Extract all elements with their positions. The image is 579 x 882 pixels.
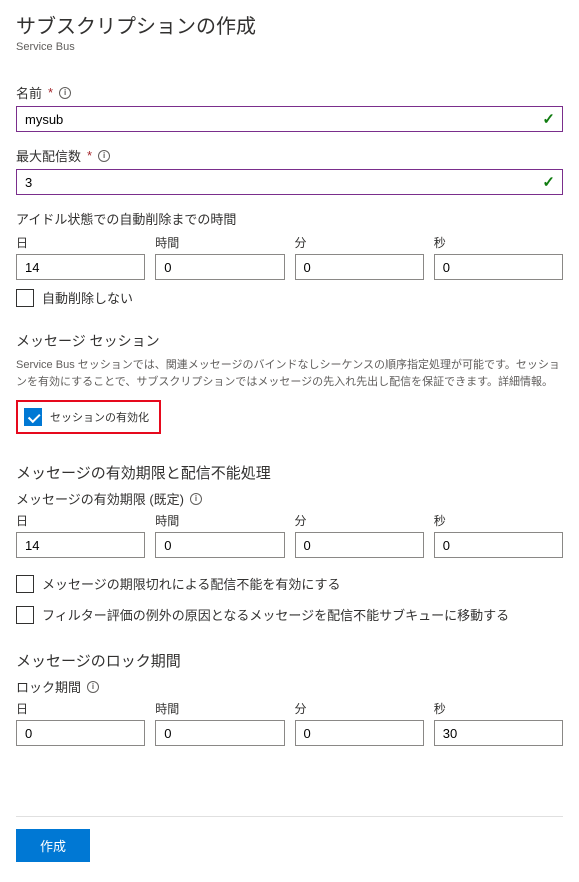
ttl-time-row: 日 時間 分 秒 <box>16 512 563 558</box>
lock-time-row: 日 時間 分 秒 <box>16 700 563 746</box>
page-subtitle: Service Bus <box>16 41 563 53</box>
dead-letter-expire-row: メッセージの期限切れによる配信不能を有効にする <box>16 574 563 593</box>
dead-letter-expire-label: メッセージの期限切れによる配信不能を有効にする <box>42 574 340 593</box>
info-icon[interactable]: i <box>190 493 202 505</box>
minutes-label: 分 <box>295 234 424 251</box>
required-asterisk: * <box>87 148 92 163</box>
max-delivery-group: 最大配信数 * i ✓ <box>16 146 563 195</box>
lock-hours-input[interactable] <box>155 720 284 746</box>
ttl-heading: メッセージの有効期限と配信不能処理 <box>16 462 563 483</box>
sessions-heading: メッセージ セッション <box>16 331 563 351</box>
sessions-desc: Service Bus セッションでは、関連メッセージのバインドなしシーケンスの… <box>16 357 563 390</box>
name-input[interactable] <box>16 106 563 132</box>
hours-label: 時間 <box>155 234 284 251</box>
no-auto-delete-checkbox[interactable] <box>16 289 34 307</box>
ttl-minutes-input[interactable] <box>295 532 424 558</box>
auto-delete-heading: アイドル状態での自動削除までの時間 <box>16 209 563 228</box>
minutes-label: 分 <box>295 700 424 717</box>
dead-letter-filter-row: フィルター評価の例外の原因となるメッセージを配信不能サブキューに移動する <box>16 605 563 624</box>
minutes-label: 分 <box>295 512 424 529</box>
lock-seconds-input[interactable] <box>434 720 563 746</box>
dead-letter-filter-label: フィルター評価の例外の原因となるメッセージを配信不能サブキューに移動する <box>42 605 509 624</box>
hours-label: 時間 <box>155 700 284 717</box>
required-asterisk: * <box>48 85 53 100</box>
auto-delete-minutes-input[interactable] <box>295 254 424 280</box>
days-label: 日 <box>16 512 145 529</box>
ttl-days-input[interactable] <box>16 532 145 558</box>
check-icon: ✓ <box>542 110 555 128</box>
seconds-label: 秒 <box>434 700 563 717</box>
dead-letter-expire-checkbox[interactable] <box>16 575 34 593</box>
hours-label: 時間 <box>155 512 284 529</box>
auto-delete-seconds-input[interactable] <box>434 254 563 280</box>
auto-delete-hours-input[interactable] <box>155 254 284 280</box>
ttl-seconds-input[interactable] <box>434 532 563 558</box>
name-label: 名前 * i <box>16 83 563 102</box>
check-icon: ✓ <box>542 173 555 191</box>
seconds-label: 秒 <box>434 512 563 529</box>
name-field-group: 名前 * i ✓ <box>16 83 563 132</box>
enable-sessions-checkbox[interactable] <box>24 408 42 426</box>
info-icon[interactable]: i <box>98 150 110 162</box>
days-label: 日 <box>16 234 145 251</box>
auto-delete-days-input[interactable] <box>16 254 145 280</box>
enable-sessions-label: セッションの有効化 <box>50 409 149 425</box>
info-icon[interactable]: i <box>59 87 71 99</box>
ttl-hours-input[interactable] <box>155 532 284 558</box>
seconds-label: 秒 <box>434 234 563 251</box>
max-delivery-label: 最大配信数 * i <box>16 146 563 165</box>
page-title: サブスクリプションの作成 <box>16 10 563 39</box>
max-delivery-input[interactable] <box>16 169 563 195</box>
lock-days-input[interactable] <box>16 720 145 746</box>
days-label: 日 <box>16 700 145 717</box>
info-icon[interactable]: i <box>87 681 99 693</box>
no-auto-delete-row: 自動削除しない <box>16 288 563 307</box>
lock-minutes-input[interactable] <box>295 720 424 746</box>
no-auto-delete-label: 自動削除しない <box>42 288 133 307</box>
create-button[interactable]: 作成 <box>16 829 90 862</box>
lock-subheading: ロック期間 i <box>16 677 563 696</box>
lock-heading: メッセージのロック期間 <box>16 650 563 671</box>
ttl-subheading: メッセージの有効期限 (既定) i <box>16 489 563 508</box>
sessions-highlight-box: セッションの有効化 <box>16 400 161 434</box>
dead-letter-filter-checkbox[interactable] <box>16 606 34 624</box>
auto-delete-time-row: 日 時間 分 秒 <box>16 234 563 280</box>
footer-bar: 作成 <box>16 816 563 862</box>
